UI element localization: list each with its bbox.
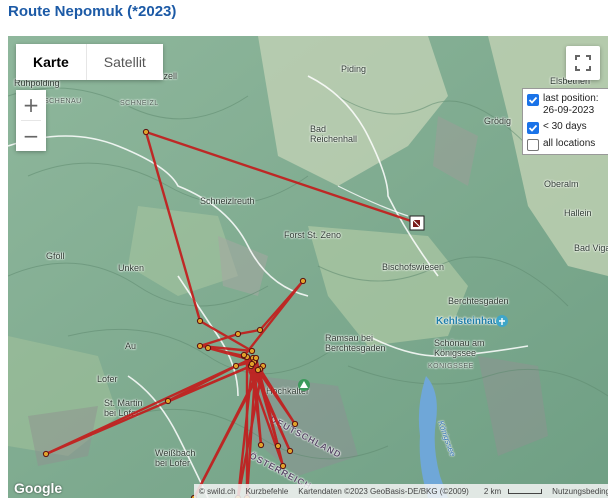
zoom-control: + −: [16, 90, 46, 151]
track-point[interactable]: [240, 351, 248, 359]
track-point[interactable]: [254, 366, 262, 374]
map-type-control: Karte Satellit: [16, 44, 163, 80]
all-locations-label: all locations: [543, 138, 596, 149]
map-type-map-button[interactable]: Karte: [16, 44, 86, 80]
track-point[interactable]: [196, 342, 204, 350]
scale-indicator[interactable]: 2 km: [474, 487, 547, 496]
google-logo: Google: [14, 480, 63, 496]
all-locations-checkbox[interactable]: [527, 139, 539, 151]
track-point[interactable]: [256, 326, 264, 334]
kehlsteinhaus-pin-icon[interactable]: [496, 315, 508, 327]
track-segment: [242, 279, 305, 358]
recent-checkbox[interactable]: [527, 122, 539, 134]
track-point[interactable]: [286, 447, 294, 455]
legend-recent[interactable]: < 30 days: [527, 121, 607, 134]
scale-label: 2 km: [483, 486, 502, 496]
map-data-credit: Kartendaten ©2023 GeoBasis-DE/BKG (©2009…: [298, 486, 469, 496]
track-point[interactable]: [248, 360, 256, 368]
checkmark-icon: [528, 124, 538, 132]
track-point[interactable]: [142, 128, 150, 136]
track-point[interactable]: [196, 317, 204, 325]
track-segment: [254, 356, 285, 468]
map-attribution-bar: © swild.ch Kurzbefehle Kartendaten ©2023…: [194, 484, 608, 498]
fullscreen-icon: [575, 55, 591, 71]
map-container[interactable]: Ruhpolding SCHENAU Inzell SCHNEIZL Schne…: [8, 36, 608, 498]
track-point[interactable]: [248, 347, 256, 355]
legend-last-position[interactable]: last position: 26-09-2023: [527, 93, 607, 117]
track-point[interactable]: [252, 354, 260, 362]
last-position-checkbox[interactable]: [527, 94, 539, 106]
terms-link[interactable]: Nutzungsbedingungen: [547, 487, 608, 496]
hochkalter-peak-icon: [298, 379, 310, 391]
track-point[interactable]: [274, 442, 282, 450]
legend-all-locations[interactable]: all locations: [527, 138, 607, 151]
track-segment: [144, 130, 202, 323]
recent-label: < 30 days: [543, 121, 587, 132]
track-point[interactable]: [234, 330, 242, 338]
track-point[interactable]: [42, 450, 50, 458]
last-position-marker-icon[interactable]: [409, 215, 425, 231]
track-point[interactable]: [279, 462, 287, 470]
track-point[interactable]: [232, 362, 240, 370]
track-segment: [144, 130, 419, 225]
fullscreen-button[interactable]: [566, 46, 600, 80]
page-title: Route Nepomuk (*2023): [8, 3, 177, 20]
zoom-in-button[interactable]: +: [16, 90, 46, 120]
swild-credit[interactable]: © swild.ch: [194, 487, 241, 496]
track-point[interactable]: [164, 397, 172, 405]
map-type-satellite-button[interactable]: Satellit: [85, 44, 163, 80]
zoom-out-button[interactable]: −: [16, 121, 46, 151]
track-point[interactable]: [291, 420, 299, 428]
shortcuts-link[interactable]: Kurzbefehle: [241, 487, 294, 496]
scale-bar: [508, 488, 543, 494]
track-segment: [236, 328, 262, 336]
checkmark-icon: [528, 96, 538, 104]
track-point[interactable]: [204, 344, 212, 352]
track-point[interactable]: [257, 441, 265, 449]
route-track-overlay: [42, 128, 508, 498]
route-legend: last position: 26-09-2023 < 30 days all …: [522, 88, 608, 155]
track-point[interactable]: [299, 277, 307, 285]
last-position-label: last position: 26-09-2023: [543, 93, 599, 116]
track-segment: [44, 356, 255, 456]
